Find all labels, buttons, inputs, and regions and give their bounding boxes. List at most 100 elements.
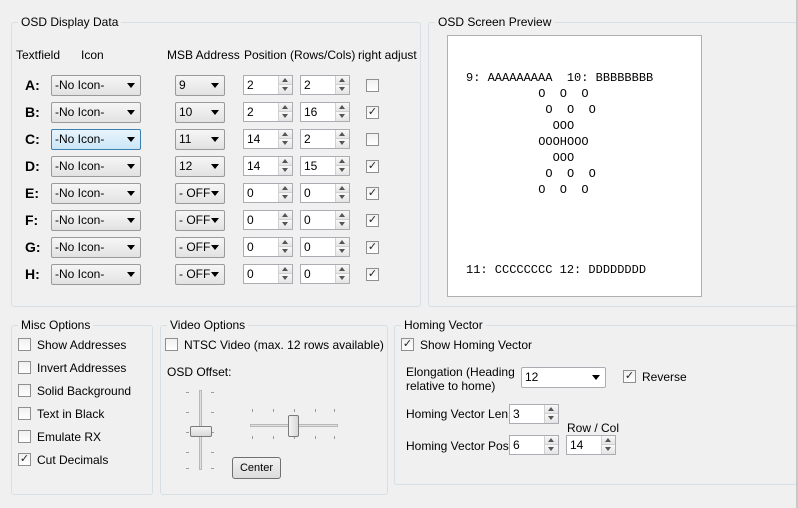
spin-down-icon[interactable] [279, 193, 292, 202]
spin-up-icon[interactable] [279, 184, 292, 193]
elongation-select[interactable]: 12 [521, 367, 606, 388]
icon-select[interactable]: -No Icon- [51, 237, 141, 258]
msb-address-select[interactable]: - OFF [175, 264, 225, 285]
msb-address-select[interactable]: - OFF [175, 210, 225, 231]
spin-down-icon[interactable] [336, 85, 349, 94]
spin-up-icon[interactable] [279, 76, 292, 85]
reverse-checkbox[interactable]: ✓ [623, 370, 636, 383]
spin-down-icon[interactable] [279, 247, 292, 256]
spin-down-icon[interactable] [279, 166, 292, 175]
position-row-input[interactable]: 2 [243, 75, 293, 95]
icon-select[interactable]: -No Icon- [51, 75, 141, 96]
homing-vector-pos-col-input[interactable]: 14 [566, 435, 616, 455]
spin-up-icon[interactable] [336, 157, 349, 166]
spin-down-icon[interactable] [602, 445, 615, 454]
misc-option-checkbox[interactable] [18, 361, 31, 374]
position-col-input[interactable]: 16 [300, 102, 350, 122]
position-row-input[interactable]: 2 [243, 102, 293, 122]
spin-up-icon[interactable] [279, 157, 292, 166]
right-adjust-checkbox[interactable]: ✓ [366, 160, 379, 173]
right-adjust-checkbox[interactable]: ✓ [366, 268, 379, 281]
position-col-input[interactable]: 0 [300, 264, 350, 284]
position-col-input[interactable]: 0 [300, 237, 350, 257]
show-homing-vector-checkbox[interactable]: ✓ [401, 338, 414, 351]
spin-up-icon[interactable] [336, 184, 349, 193]
misc-option-label: Emulate RX [37, 430, 102, 444]
right-adjust-checkbox[interactable]: ✓ [366, 214, 379, 227]
misc-option-checkbox[interactable]: ✓ [18, 453, 31, 466]
spin-up-icon[interactable] [336, 211, 349, 220]
spin-up-icon[interactable] [279, 211, 292, 220]
position-col-input[interactable]: 0 [300, 210, 350, 230]
spin-up-icon[interactable] [545, 405, 558, 414]
position-col-input[interactable]: 0 [300, 183, 350, 203]
spin-down-icon[interactable] [279, 112, 292, 121]
position-row-input[interactable]: 0 [243, 264, 293, 284]
spin-up-icon[interactable] [336, 103, 349, 112]
right-adjust-checkbox[interactable]: ✓ [366, 187, 379, 200]
spin-down-icon[interactable] [336, 220, 349, 229]
row-col-label: Row / Col [567, 421, 620, 435]
msb-address-select[interactable]: - OFF [175, 183, 225, 204]
msb-address-select[interactable]: 9 [175, 75, 225, 96]
icon-select[interactable]: -No Icon- [51, 129, 141, 150]
horizontal-offset-thumb[interactable] [288, 415, 299, 437]
spin-up-icon[interactable] [336, 76, 349, 85]
spin-down-icon[interactable] [336, 274, 349, 283]
vertical-offset-slider[interactable] [183, 388, 217, 474]
spin-down-icon[interactable] [545, 445, 558, 454]
msb-address-select[interactable]: 11 [175, 129, 225, 150]
spin-up-icon[interactable] [336, 238, 349, 247]
right-adjust-checkbox[interactable] [366, 79, 379, 92]
msb-address-select[interactable]: 12 [175, 156, 225, 177]
icon-select[interactable]: -No Icon- [51, 264, 141, 285]
icon-select[interactable]: -No Icon- [51, 156, 141, 177]
right-adjust-checkbox[interactable]: ✓ [366, 241, 379, 254]
spin-down-icon[interactable] [336, 139, 349, 148]
msb-address-select[interactable]: 10 [175, 102, 225, 123]
homing-vector-pos-row-input[interactable]: 6 [509, 435, 559, 455]
icon-select[interactable]: -No Icon- [51, 183, 141, 204]
spin-up-icon[interactable] [279, 265, 292, 274]
position-row-input[interactable]: 14 [243, 156, 293, 176]
icon-select[interactable]: -No Icon- [51, 210, 141, 231]
spin-down-icon[interactable] [336, 166, 349, 175]
position-col-input[interactable]: 2 [300, 129, 350, 149]
spin-down-icon[interactable] [336, 112, 349, 121]
spin-down-icon[interactable] [279, 220, 292, 229]
video-options-title: Video Options [167, 318, 249, 332]
spin-up-icon[interactable] [336, 130, 349, 139]
position-col-input[interactable]: 2 [300, 75, 350, 95]
spin-down-icon[interactable] [279, 85, 292, 94]
ntsc-video-checkbox[interactable] [165, 338, 178, 351]
msb-address-select[interactable]: - OFF [175, 237, 225, 258]
position-row-input[interactable]: 0 [243, 183, 293, 203]
position-row-input[interactable]: 14 [243, 129, 293, 149]
misc-option-checkbox[interactable] [18, 384, 31, 397]
center-button[interactable]: Center [232, 457, 281, 479]
header-textfield: Textfield [16, 48, 61, 62]
horizontal-offset-slider[interactable] [248, 405, 340, 443]
spin-up-icon[interactable] [279, 238, 292, 247]
spin-up-icon[interactable] [602, 436, 615, 445]
spin-down-icon[interactable] [545, 414, 558, 423]
spin-down-icon[interactable] [336, 193, 349, 202]
homing-vector-len-input[interactable]: 3 [509, 404, 559, 424]
right-adjust-checkbox[interactable] [366, 133, 379, 146]
icon-select[interactable]: -No Icon- [51, 102, 141, 123]
position-col-input[interactable]: 15 [300, 156, 350, 176]
spin-up-icon[interactable] [279, 103, 292, 112]
misc-option-checkbox[interactable] [18, 338, 31, 351]
spin-up-icon[interactable] [545, 436, 558, 445]
right-adjust-checkbox[interactable]: ✓ [366, 106, 379, 119]
position-row-input[interactable]: 0 [243, 237, 293, 257]
misc-option-checkbox[interactable] [18, 430, 31, 443]
spin-up-icon[interactable] [336, 265, 349, 274]
position-row-input[interactable]: 0 [243, 210, 293, 230]
vertical-offset-thumb[interactable] [190, 426, 212, 437]
spin-down-icon[interactable] [336, 247, 349, 256]
misc-option-checkbox[interactable] [18, 407, 31, 420]
spin-down-icon[interactable] [279, 274, 292, 283]
spin-up-icon[interactable] [279, 130, 292, 139]
spin-down-icon[interactable] [279, 139, 292, 148]
